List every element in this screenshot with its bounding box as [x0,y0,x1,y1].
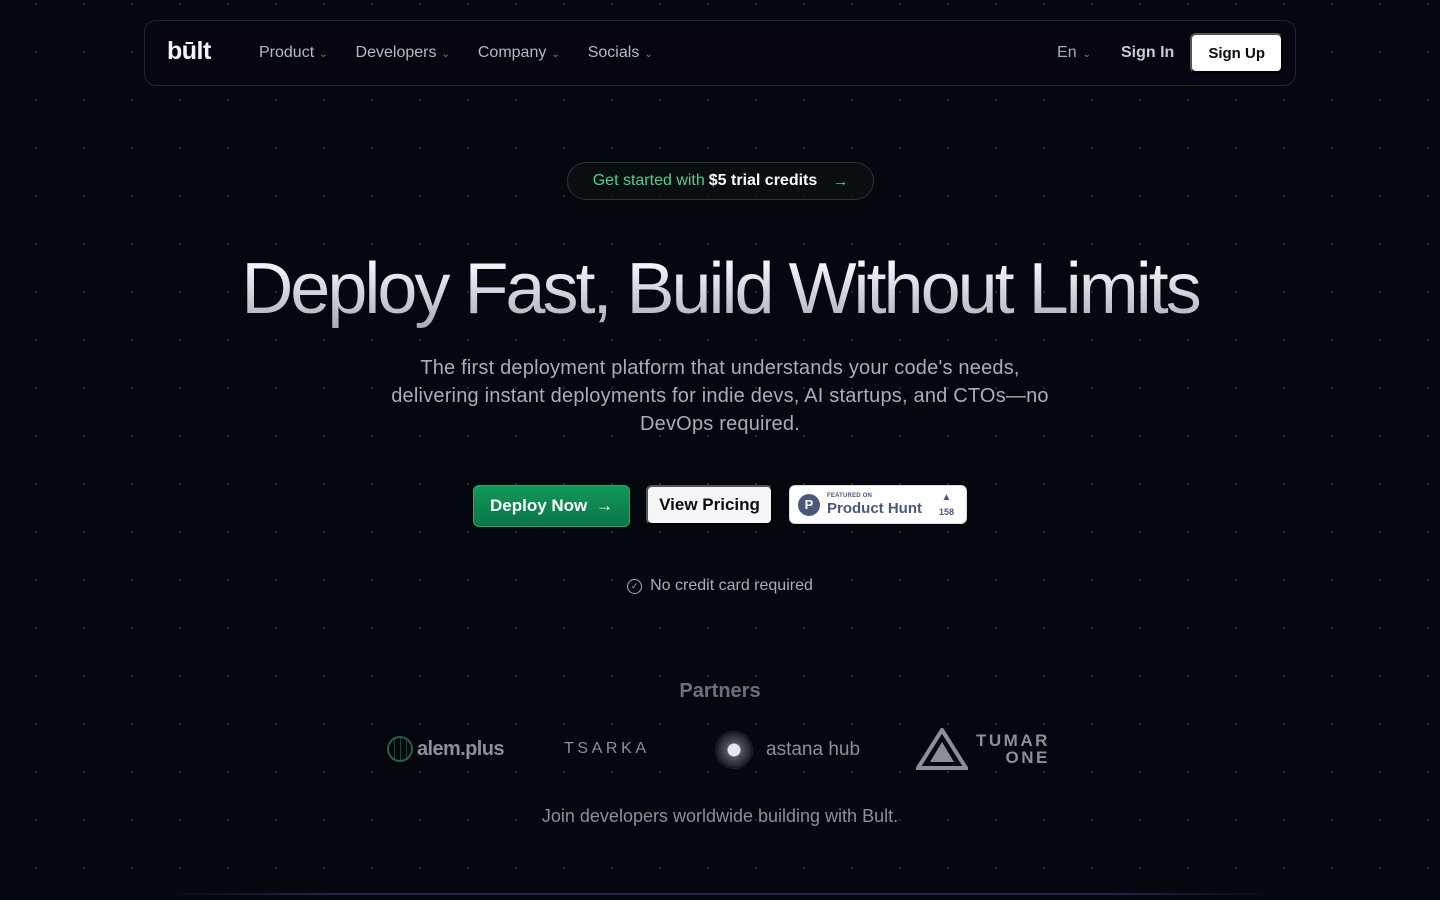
disc-icon [716,732,752,768]
arrow-right-icon: → [596,496,613,515]
nav-item-socials[interactable]: Socials ⌄ [588,44,653,62]
nav-item-developers[interactable]: Developers ⌄ [356,44,450,62]
hero-subtitle: The first deployment platform that under… [391,357,1049,435]
chevron-down-icon: ⌄ [441,48,450,60]
nav-item-label: Socials [587,44,640,61]
partner-name: alem.plus [417,737,504,760]
cta-row: Deploy Now → View Pricing P FEATURED ON … [0,485,1440,527]
chevron-down-icon: ⌄ [644,48,653,60]
ph-name: Product Hunt [827,500,922,517]
ph-vote-count: 158 [938,507,954,517]
partner-logo-alem-plus: alem.plus [387,736,504,762]
promo-highlight: $5 trial credits [708,172,818,189]
product-hunt-badge[interactable]: P FEATURED ON Product Hunt ▲ 158 [789,485,967,524]
partner-logos: alem.plus TSARKA astana hub TUMAR ONE [0,728,1440,774]
promo-prefix: Get started with [592,172,705,189]
tumar-mountain-icon [916,728,968,770]
hero-title: Deploy Fast, Build Without Limits [0,248,1440,330]
trial-credits-banner[interactable]: Get started with $5 trial credits → [567,162,874,200]
chevron-down-icon: ⌄ [1082,48,1091,60]
sign-in-link[interactable]: Sign In [1121,44,1174,62]
nav-item-label: Developers [355,44,437,61]
nav-links: Product ⌄ Developers ⌄ Company ⌄ Socials… [259,21,653,85]
deploy-now-button[interactable]: Deploy Now → [473,485,630,527]
nav-item-product[interactable]: Product ⌄ [259,44,328,62]
nav-right: En ⌄ Sign In Sign Up [1057,21,1283,85]
product-hunt-text: FEATURED ON Product Hunt [827,493,922,516]
partners-title: Partners [679,680,761,702]
view-pricing-button[interactable]: View Pricing [646,485,773,525]
nav-item-label: Company [477,44,547,61]
partner-logo-tumar-one: TUMAR ONE [916,728,1050,770]
ph-votes: ▲ 158 [938,492,954,518]
partner-logo-astana-hub: astana hub [716,732,860,768]
nav-item-label: Product [259,44,315,61]
join-tagline: Join developers worldwide building with … [541,806,899,826]
chevron-down-icon: ⌄ [551,48,560,60]
partner-name: TSARKA [564,740,650,757]
section-divider [165,893,1275,895]
check-circle-icon: ✓ [627,578,643,594]
chevron-down-icon: ⌄ [319,48,328,60]
partner-name: TUMAR [976,731,1050,750]
partner-name: astana hub [766,739,861,760]
bult-logo[interactable]: būlt [167,37,211,66]
no-credit-card-text: No credit card required [650,577,813,594]
nav-item-company[interactable]: Company ⌄ [478,44,560,62]
tumar-text: TUMAR ONE [976,732,1050,766]
product-hunt-icon: P [798,493,820,516]
ph-featured-label: FEATURED ON [827,493,873,499]
navbar: būlt Product ⌄ Developers ⌄ Company ⌄ So… [144,20,1296,86]
language-label: En [1057,44,1077,61]
sign-up-button[interactable]: Sign Up [1190,33,1283,73]
language-selector[interactable]: En ⌄ [1057,44,1091,62]
partner-name-line2: ONE [1005,748,1050,767]
partner-logo-tsarka: TSARKA [564,740,650,758]
globe-icon [387,736,413,762]
arrow-right-icon: → [833,172,849,190]
no-credit-card-note: ✓ No credit card required [0,577,1440,595]
upvote-triangle-icon: ▲ [941,492,952,503]
deploy-now-label: Deploy Now [490,496,588,515]
